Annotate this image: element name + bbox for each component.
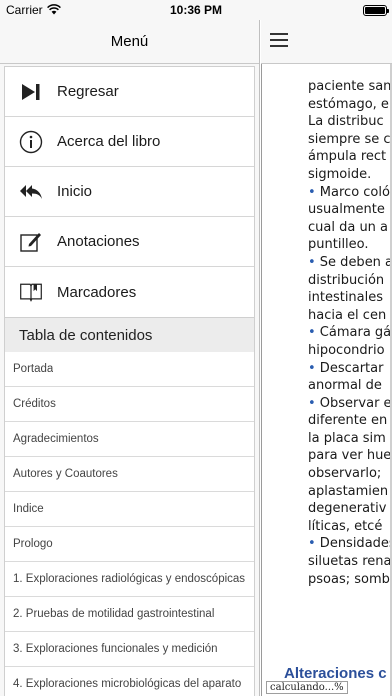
reader-navbar [261, 20, 392, 64]
reader-line: hacia el cen [308, 307, 387, 323]
reader-line: estómago, e [308, 96, 389, 112]
section-heading: Alteraciones c [284, 665, 387, 682]
menu-item-regresar[interactable]: Regresar [5, 67, 254, 117]
menu-item-inicio[interactable]: Inicio [5, 167, 254, 217]
skip-forward-icon [19, 80, 43, 104]
reader-line: distribución [308, 272, 385, 288]
toc-item-label: Créditos [13, 398, 56, 410]
toc-item[interactable]: Prologo [5, 527, 254, 562]
reader-line: La distribuc [308, 114, 384, 130]
toc-item-label: 3. Exploraciones funcionales y medición [13, 643, 218, 655]
bullet-icon: • [308, 395, 316, 411]
toc-title: Tabla de contenidos [19, 326, 153, 344]
battery-icon [363, 5, 389, 16]
toc-item[interactable]: Autores y Coautores [5, 457, 254, 492]
bullet-icon: • [308, 325, 316, 341]
book-icon [19, 280, 43, 304]
battery-fill [365, 7, 385, 14]
status-bar: Carrier 10:36 PM [0, 0, 392, 20]
progress-status: calculando...% [266, 681, 348, 694]
menu-item-label: Anotaciones [57, 233, 140, 250]
reader-text: paciente san estómago, e La distribuc siemp… [308, 78, 392, 588]
bullet-icon: • [308, 184, 316, 200]
hamburger-icon[interactable] [270, 33, 288, 47]
reader-line: usualmente [308, 202, 385, 218]
reader-line: psoas; somb [308, 571, 390, 587]
bullet-icon: • [308, 536, 316, 552]
toc-item[interactable]: Índice [5, 492, 254, 527]
toc-item-label: 1. Exploraciones radiológicas y endoscóp… [13, 573, 246, 585]
reader-line: hipocondrio [308, 342, 385, 358]
toc-item-label: Autores y Coautores [13, 468, 118, 480]
toc-item[interactable]: Créditos [5, 387, 254, 422]
reader-line: • Se deben a [308, 254, 392, 270]
reader-line: aplastamien [308, 483, 389, 499]
toc-item-label: Agradecimientos [13, 433, 99, 445]
sidebar-title: Menú [110, 33, 149, 50]
bullet-icon: • [308, 254, 316, 270]
menu-item-label: Regresar [57, 83, 119, 100]
toc-item[interactable]: Portada [5, 352, 254, 387]
menu-item-marcadores[interactable]: Marcadores [5, 267, 254, 317]
edit-icon [19, 230, 43, 254]
reader-line: diferente en [308, 413, 388, 429]
reader-pane: paciente san estómago, e La distribuc siemp… [261, 20, 392, 696]
reader-line: degenerativ [308, 501, 387, 517]
reader-line: siluetas rena [308, 554, 392, 570]
toc-item-label: Portada [13, 363, 54, 375]
reader-line: paciente san [308, 79, 392, 94]
sidebar-menu: Menú Regresar Acerca del libro Inicio An… [0, 20, 260, 696]
menu-item-label: Acerca del libro [57, 133, 161, 150]
reader-line: intestinales [308, 290, 384, 306]
reader-line: observarlo; [308, 466, 382, 482]
toc-item[interactable]: 2. Pruebas de motilidad gastrointestinal [5, 597, 254, 632]
reply-all-icon [19, 180, 43, 204]
reader-line: cual da un a [308, 219, 389, 235]
toc-item-label: 4. Exploraciones microbiológicas del apa… [13, 678, 242, 690]
toc-item-label: Índice [13, 503, 44, 515]
toc-item-label: 2. Pruebas de motilidad gastrointestinal [13, 608, 215, 620]
toc-item[interactable]: 3. Exploraciones funcionales y medición [5, 632, 254, 667]
reader-line: puntilleo. [308, 237, 369, 253]
toc-list: Portada Créditos Agradecimientos Autores… [4, 352, 255, 696]
sidebar-navbar: Menú [0, 20, 259, 64]
menu-item-label: Marcadores [57, 283, 137, 301]
reader-line: ámpula rect [308, 149, 387, 165]
toc-item-label: Prologo [13, 538, 53, 550]
menu-item-acerca[interactable]: Acerca del libro [5, 117, 254, 167]
reader-line: • Descartar [308, 360, 384, 376]
reader-line: • Densidades [308, 536, 392, 552]
toc-header: Tabla de contenidos [4, 318, 255, 352]
reader-line: líticas, etcé [308, 518, 383, 534]
menu-item-anotaciones[interactable]: Anotaciones [5, 217, 254, 267]
reader-content[interactable]: paciente san estómago, e La distribuc siemp… [261, 64, 392, 696]
reader-line: para ver hue [308, 448, 392, 464]
reader-line: sigmoide. [308, 166, 372, 182]
bullet-icon: • [308, 360, 316, 376]
reader-line: siempre se c [308, 131, 391, 147]
toc-item[interactable]: 4. Exploraciones microbiológicas del apa… [5, 667, 254, 696]
reader-line: anormal de [308, 378, 382, 394]
menu-item-label: Inicio [57, 183, 93, 200]
reader-line: • Marco coló [308, 184, 390, 200]
toc-item[interactable]: 1. Exploraciones radiológicas y endoscóp… [5, 562, 254, 597]
info-icon [19, 130, 43, 154]
menu-list: Regresar Acerca del libro Inicio Anotaci… [4, 66, 255, 318]
reader-line: • Observar e [308, 395, 392, 411]
clock: 10:36 PM [169, 3, 223, 17]
reader-line: • Cámara gá [308, 325, 392, 341]
toc-item[interactable]: Agradecimientos [5, 422, 254, 457]
reader-line: la placa sim [308, 430, 386, 446]
